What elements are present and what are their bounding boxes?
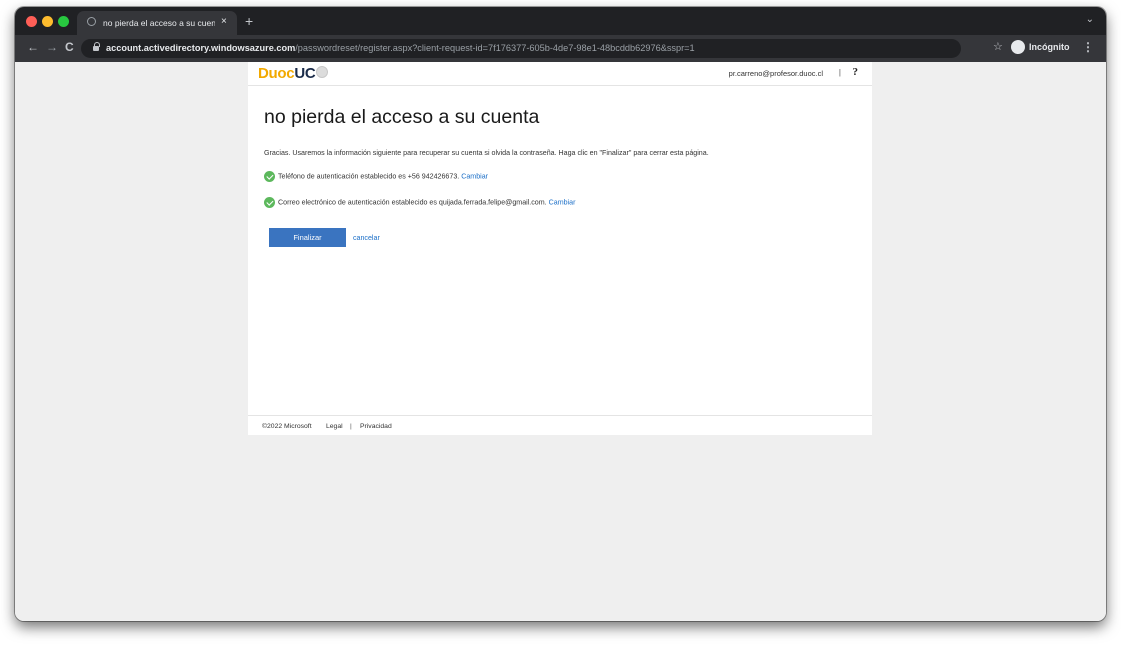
incognito-profile-button[interactable]: Incógnito	[1011, 40, 1070, 57]
browser-toolbar: ← → C account.activedirectory.windowsazu…	[15, 35, 1106, 62]
lock-icon[interactable]	[93, 42, 100, 51]
phone-auth-text: Teléfono de autenticación establecido es…	[278, 172, 460, 181]
bookmark-star-icon[interactable]: ☆	[993, 40, 1003, 53]
zoom-window-button[interactable]	[58, 16, 69, 27]
copyright-text: ©2022 Microsoft	[262, 423, 312, 430]
url-path: /passwordreset/register.aspx?client-requ…	[295, 43, 695, 53]
active-tab[interactable]: no pierda el acceso a su cuenta ×	[77, 11, 237, 35]
incognito-icon	[1011, 40, 1025, 54]
card-header: DuocUC pr.carreno@profesor.duoc.cl | ?	[248, 62, 872, 86]
minimize-window-button[interactable]	[42, 16, 53, 27]
more-menu-icon[interactable]: ⋮	[1082, 40, 1094, 54]
tab-title: no pierda el acceso a su cuenta	[103, 18, 215, 28]
tab-close-icon[interactable]: ×	[221, 16, 227, 27]
email-auth-row: Correo electrónico de autenticación esta…	[264, 197, 575, 208]
globe-icon	[87, 17, 96, 26]
phone-auth-row: Teléfono de autenticación establecido es…	[264, 171, 488, 182]
change-email-link[interactable]: Cambiar	[549, 199, 576, 207]
browser-window: no pierda el acceso a su cuenta × + ⌄ ← …	[15, 7, 1106, 621]
page-title: no pierda el acceso a su cuenta	[264, 106, 540, 128]
incognito-label: Incógnito	[1029, 42, 1070, 52]
forward-arrow-icon[interactable]: →	[46, 40, 58, 54]
seal-icon	[316, 66, 329, 79]
page-viewport: DuocUC pr.carreno@profesor.duoc.cl | ? n…	[15, 62, 1106, 621]
check-icon	[264, 197, 275, 208]
privacy-link[interactable]: Privacidad	[360, 423, 392, 430]
change-phone-link[interactable]: Cambiar	[461, 173, 488, 181]
url-text[interactable]: account.activedirectory.windowsazure.com…	[106, 43, 695, 53]
email-auth-text: Correo electrónico de autenticación esta…	[278, 198, 547, 207]
reload-icon[interactable]: C	[65, 40, 74, 54]
card-footer: ©2022 Microsoft Legal | Privacidad	[248, 415, 872, 436]
cancel-link[interactable]: cancelar	[353, 234, 380, 242]
legal-link[interactable]: Legal	[326, 423, 343, 430]
footer-separator: |	[350, 423, 352, 430]
logo-duoc-text: Duoc	[258, 65, 295, 82]
logo-uc-text: UC	[294, 65, 316, 82]
address-bar[interactable]: account.activedirectory.windowsazure.com…	[81, 39, 961, 58]
user-email[interactable]: pr.carreno@profesor.duoc.cl	[729, 69, 823, 78]
duocuc-logo: DuocUC	[258, 65, 329, 82]
finish-button[interactable]: Finalizar	[269, 228, 346, 247]
tab-strip: no pierda el acceso a su cuenta × + ⌄	[15, 7, 1106, 35]
close-window-button[interactable]	[26, 16, 37, 27]
header-separator: |	[838, 68, 841, 77]
back-arrow-icon[interactable]: ←	[27, 40, 39, 54]
tab-search-icon[interactable]: ⌄	[1086, 14, 1094, 25]
check-icon	[264, 171, 275, 182]
content-card: DuocUC pr.carreno@profesor.duoc.cl | ? n…	[248, 62, 872, 435]
new-tab-button[interactable]: +	[245, 13, 253, 29]
help-icon[interactable]: ?	[853, 66, 859, 78]
url-host: account.activedirectory.windowsazure.com	[106, 43, 296, 53]
intro-text: Gracias. Usaremos la información siguien…	[264, 149, 709, 157]
